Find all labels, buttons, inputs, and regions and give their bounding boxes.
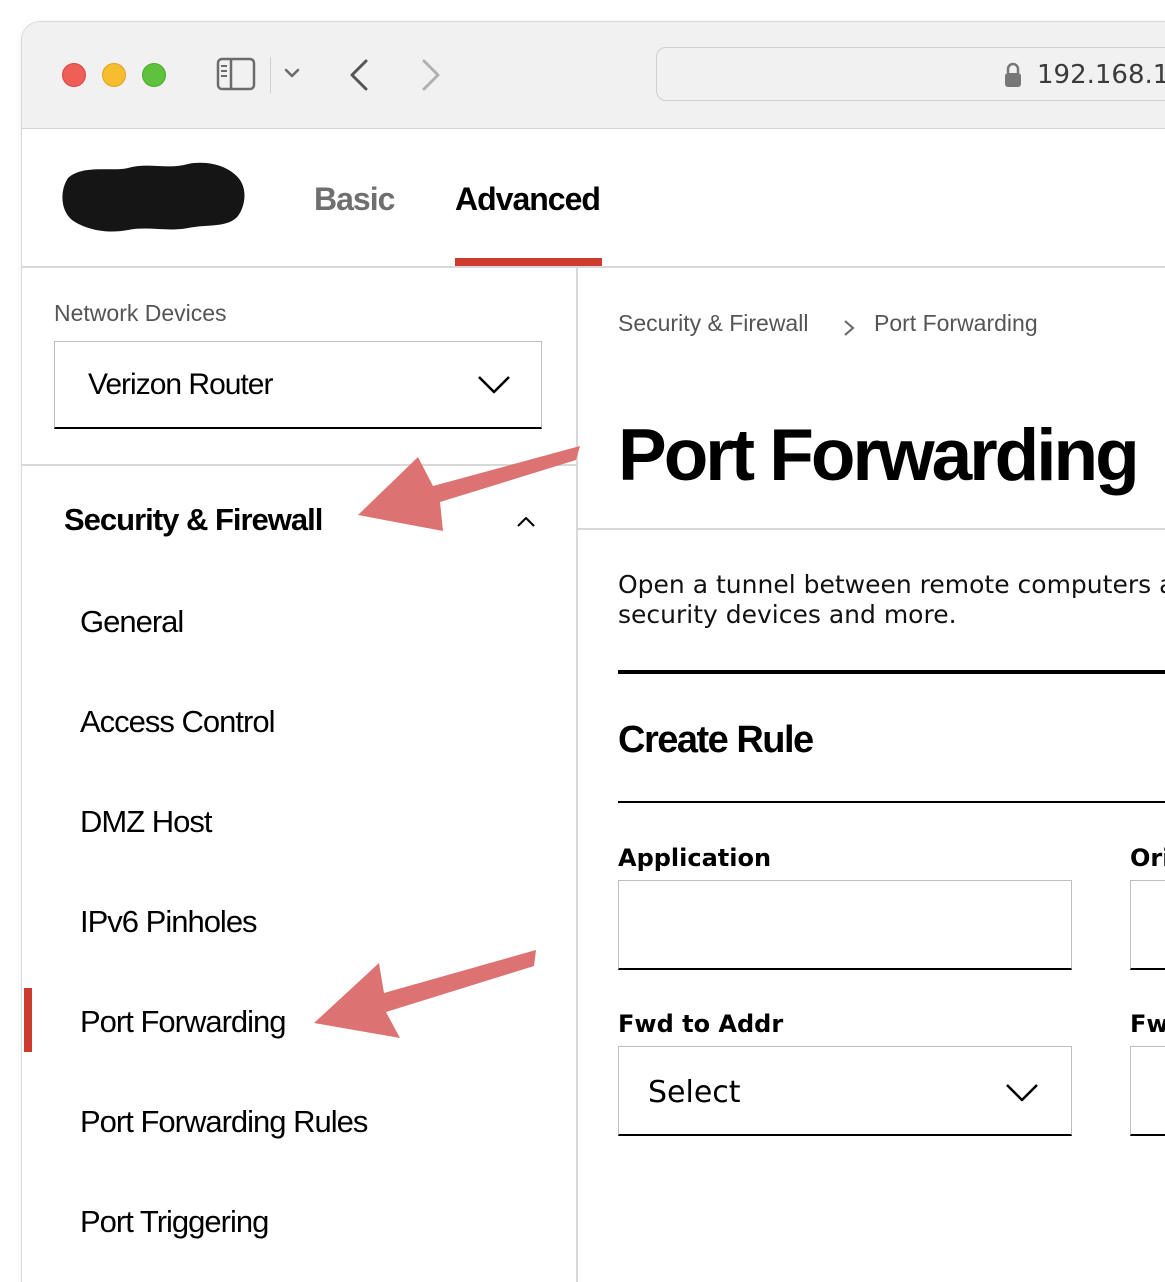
- chevron-down-icon[interactable]: [284, 67, 300, 79]
- lock-icon: [1005, 62, 1021, 87]
- minimize-window-button[interactable]: [102, 63, 126, 87]
- browser-toolbar: 192.168.1.1: [22, 22, 1165, 129]
- sidebar-item-port-forwarding-rules[interactable]: Port Forwarding Rules: [80, 1104, 368, 1140]
- title-divider: [578, 528, 1165, 530]
- sidebar-item-port-forwarding[interactable]: Port Forwarding: [80, 1004, 287, 1040]
- fwd-to-addr-select[interactable]: Select: [618, 1046, 1072, 1136]
- network-device-value: Verizon Router: [88, 368, 273, 401]
- chevron-up-icon[interactable]: [516, 516, 536, 528]
- original-port-label: Ori: [1130, 844, 1165, 872]
- page-description: Open a tunnel between remote computers a…: [618, 570, 1165, 630]
- zoom-window-button[interactable]: [142, 63, 166, 87]
- network-devices-label: Network Devices: [54, 300, 227, 326]
- redacted-logo: [62, 162, 245, 232]
- fwd-to-addr-label: Fwd to Addr: [618, 1010, 784, 1038]
- section-rule: [618, 670, 1165, 674]
- sidebar-item-port-triggering[interactable]: Port Triggering: [80, 1204, 269, 1240]
- url-text: 192.168.1.1: [1037, 60, 1165, 90]
- application-label: Application: [618, 844, 772, 872]
- tab-advanced[interactable]: Advanced: [455, 181, 601, 218]
- close-window-button[interactable]: [62, 63, 86, 87]
- fwd-to-addr-value: Select: [648, 1075, 741, 1110]
- create-rule-heading: Create Rule: [618, 719, 814, 761]
- sidebar-item-dmz-host[interactable]: DMZ Host: [80, 804, 212, 840]
- fwd-port-label: Fw: [1130, 1010, 1165, 1038]
- sidebar-item-access-control[interactable]: Access Control: [80, 704, 275, 740]
- sidebar: Network Devices Verizon Router Security …: [22, 266, 578, 1282]
- active-tab-indicator: [455, 258, 602, 266]
- address-bar[interactable]: 192.168.1.1: [656, 47, 1165, 101]
- description-line-2: security devices and more.: [618, 600, 957, 629]
- original-port-input[interactable]: [1130, 880, 1165, 970]
- sidebar-item-ipv6-pinholes[interactable]: IPv6 Pinholes: [80, 904, 258, 940]
- breadcrumb-port-forwarding: Port Forwarding: [874, 310, 1038, 336]
- breadcrumb-security-firewall[interactable]: Security & Firewall: [618, 310, 808, 337]
- sidebar-item-general[interactable]: General: [80, 604, 184, 640]
- network-device-select[interactable]: Verizon Router: [54, 341, 542, 429]
- browser-window: 192.168.1.1 Basic Advanced Network Devic…: [22, 22, 1165, 1282]
- create-rule-divider: [618, 801, 1165, 803]
- forward-icon[interactable]: [420, 58, 442, 92]
- tab-basic[interactable]: Basic: [314, 181, 395, 218]
- back-icon[interactable]: [348, 58, 370, 92]
- chevron-down-icon: [1006, 1084, 1038, 1102]
- chevron-down-icon: [478, 376, 510, 394]
- active-item-indicator: [24, 988, 32, 1052]
- page-title: Port Forwarding: [618, 415, 1140, 496]
- sidebar-section-security-firewall[interactable]: Security & Firewall: [64, 502, 323, 538]
- site-header: Basic Advanced: [22, 128, 1165, 268]
- fwd-port-input[interactable]: [1130, 1046, 1165, 1136]
- description-line-1: Open a tunnel between remote computers a…: [618, 570, 1165, 599]
- sidebar-toggle-icon[interactable]: [216, 57, 256, 91]
- chevron-right-icon: [844, 320, 855, 336]
- main-content: Security & Firewall Port Forwarding Port…: [578, 266, 1165, 1282]
- application-input[interactable]: [618, 880, 1072, 970]
- sidebar-divider: [22, 464, 576, 466]
